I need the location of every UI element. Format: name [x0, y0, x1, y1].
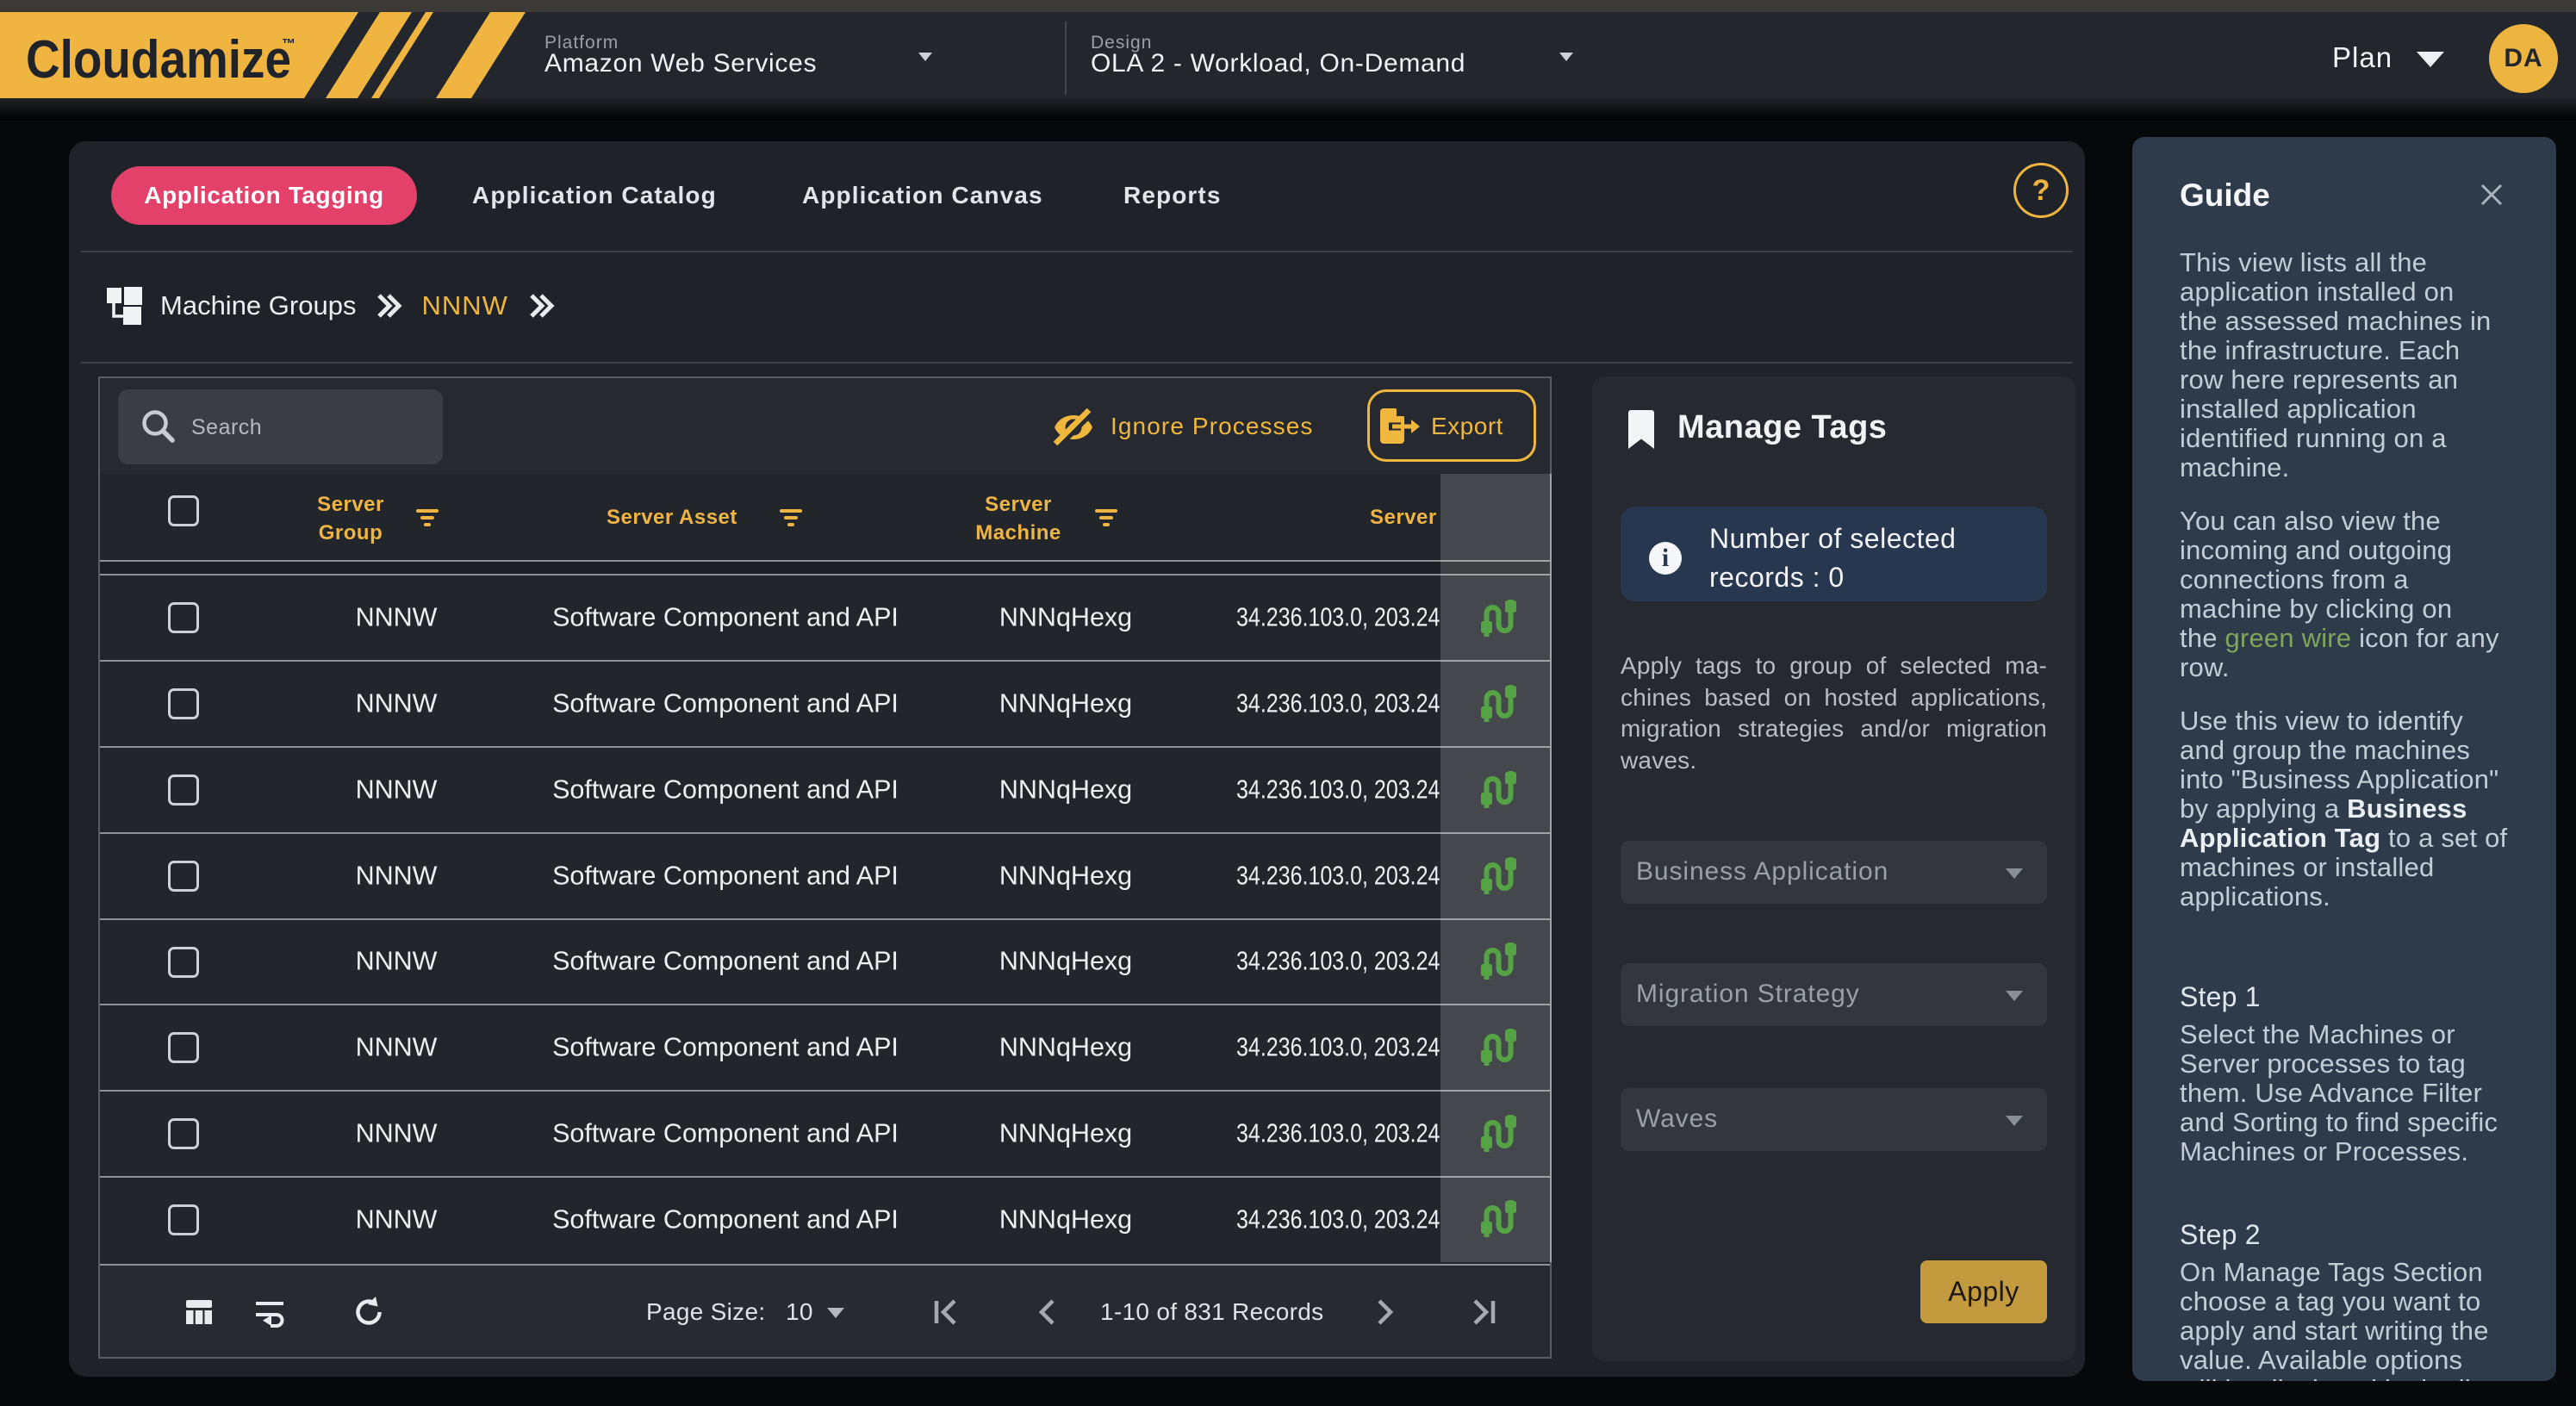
svg-text:Cloudamize: Cloudamize [26, 30, 291, 90]
svg-text:™: ™ [282, 37, 296, 52]
